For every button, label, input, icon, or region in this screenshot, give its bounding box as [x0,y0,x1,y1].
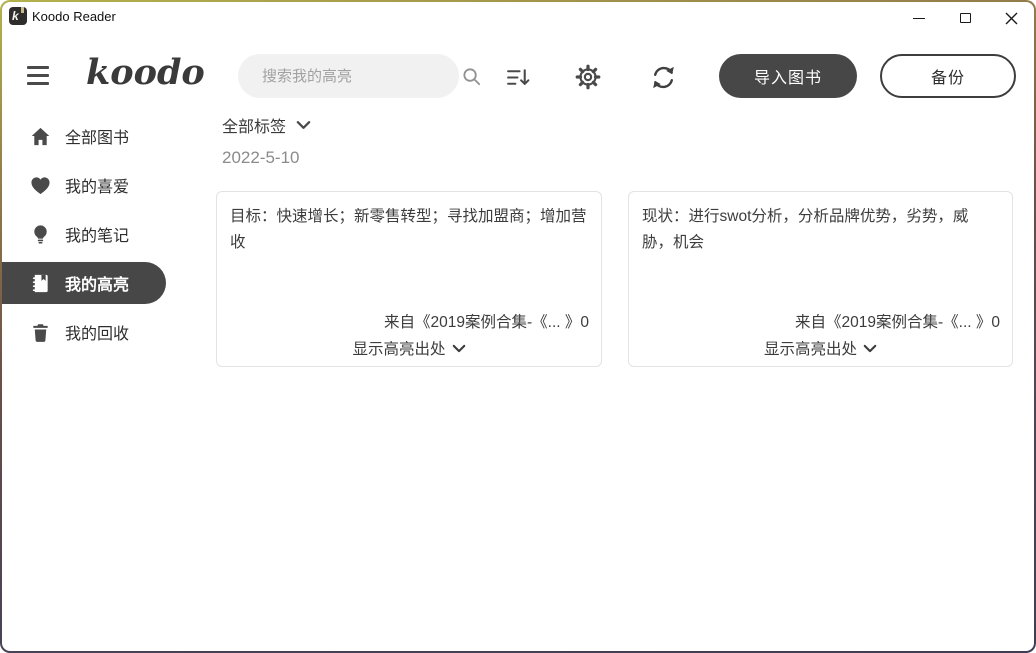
chevron-down-icon [452,344,466,353]
lightbulb-icon [30,224,51,245]
gear-icon [574,63,602,91]
home-icon [30,126,51,147]
koodo-logo: koodo [86,52,205,93]
maximize-icon [960,13,971,23]
sidebar-item-label: 我的回收 [65,320,129,344]
date-heading: 2022-5-10 [222,148,300,168]
highlight-text: 现状：进行swot分析，分析品牌优势，劣势，威胁，机会 [629,192,1012,268]
sidebar-item-notes[interactable]: 我的笔记 [2,213,202,255]
sync-button[interactable] [649,63,677,91]
highlight-source: 来自《2019案例合集-《... 》0 [229,310,589,332]
titlebar: k Koodo Reader [2,2,1034,34]
show-highlight-origin-button[interactable]: 显示高亮出处 [217,337,601,359]
search-icon[interactable] [461,66,482,87]
show-highlight-origin-label: 显示高亮出处 [764,337,857,359]
app-icon-letter: k [12,8,19,24]
sort-button[interactable] [504,63,532,91]
sidebar-item-label: 全部图书 [65,124,129,148]
sidebar-item-highlights[interactable]: 我的高亮 [2,262,166,304]
show-highlight-origin-label: 显示高亮出处 [352,337,445,359]
import-books-button[interactable]: 导入图书 [719,54,857,98]
sidebar-nav: 全部图书 我的喜爱 我的笔记 [2,115,202,360]
heart-icon [30,175,51,196]
highlight-text: 目标：快速增长；新零售转型；寻找加盟商；增加营收 [217,192,601,268]
window-controls [896,2,1034,34]
trash-icon [30,322,51,343]
highlight-source: 来自《2019案例合集-《... 》0 [641,310,1000,332]
notebook-icon [30,273,51,294]
minimize-icon [913,18,925,19]
settings-button[interactable] [574,63,602,91]
window-title: Koodo Reader [32,9,116,24]
app-icon: k [9,7,27,25]
sidebar-item-label: 我的高亮 [65,271,129,295]
show-highlight-origin-button[interactable]: 显示高亮出处 [629,337,1012,359]
highlight-card: 现状：进行swot分析，分析品牌优势，劣势，威胁，机会 来自《2019案例合集-… [628,191,1013,367]
app-window: k Koodo Reader koodo [2,2,1034,651]
maximize-button[interactable] [942,2,988,34]
tag-filter-label: 全部标签 [222,113,286,137]
chevron-down-icon [863,344,877,353]
sidebar-item-label: 我的喜爱 [65,173,129,197]
chevron-down-icon [296,120,311,130]
tag-filter-dropdown[interactable]: 全部标签 [222,113,311,137]
highlight-card: 目标：快速增长；新零售转型；寻找加盟商；增加营收 来自《2019案例合集-《..… [216,191,602,367]
sidebar-item-favorites[interactable]: 我的喜爱 [2,164,202,206]
app-icon-stripe [21,7,24,13]
sidebar-item-recycle[interactable]: 我的回收 [2,311,202,353]
refresh-icon [650,64,677,91]
sidebar-item-all-books[interactable]: 全部图书 [2,115,202,157]
window-frame: k Koodo Reader koodo [0,0,1036,653]
sidebar-item-label: 我的笔记 [65,222,129,246]
backup-button[interactable]: 备份 [880,54,1016,98]
menu-toggle-button[interactable] [27,66,49,85]
minimize-button[interactable] [896,2,942,34]
sort-descending-icon [505,64,532,91]
close-icon [1005,12,1018,25]
close-button[interactable] [988,2,1034,34]
search-input[interactable] [238,68,461,85]
search-box [238,54,459,98]
